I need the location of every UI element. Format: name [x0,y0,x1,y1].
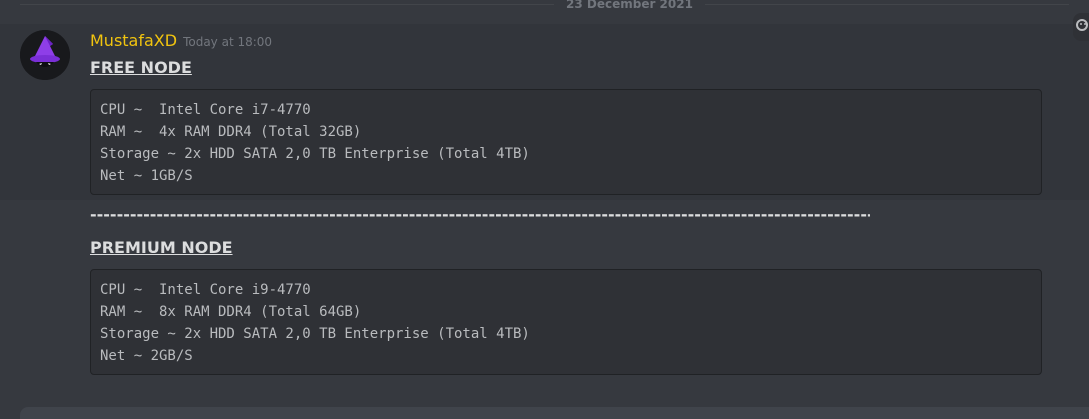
message-header: MustafaXD Today at 18:00 [90,30,272,52]
wizard-hat-icon [20,30,70,80]
date-divider-label: 23 December 2021 [554,0,705,11]
code-line: RAM ~ 4x RAM DDR4 (Total 32GB) [100,124,362,140]
code-line: RAM ~ 8x RAM DDR4 (Total 64GB) [100,304,362,320]
code-line: CPU ~ Intel Core i9-4770 [100,282,311,298]
timestamp[interactable]: Today at 18:00 [183,35,272,49]
premium-node-code-block: CPU ~ Intel Core i9-4770 RAM ~ 8x RAM DD… [90,269,1042,375]
username[interactable]: MustafaXD [90,31,177,50]
code-line: Storage ~ 2x HDD SATA 2,0 TB Enterprise … [100,326,530,342]
dash-separator: ----------------------------------------… [90,205,870,224]
code-line: Storage ~ 2x HDD SATA 2,0 TB Enterprise … [100,146,530,162]
free-node-heading: FREE NODE [90,58,192,77]
premium-node-heading: PREMIUM NODE [90,238,233,257]
free-node-code-block: CPU ~ Intel Core i7-4770 RAM ~ 4x RAM DD… [90,89,1042,195]
date-divider: 23 December 2021 [20,0,1069,11]
code-line: Net ~ 1GB/S [100,168,193,184]
add-reaction-icon[interactable] [1073,13,1089,41]
code-line: Net ~ 2GB/S [100,348,193,364]
code-line: CPU ~ Intel Core i7-4770 [100,102,311,118]
avatar[interactable] [20,30,70,80]
message-input-bar[interactable] [20,407,1089,419]
